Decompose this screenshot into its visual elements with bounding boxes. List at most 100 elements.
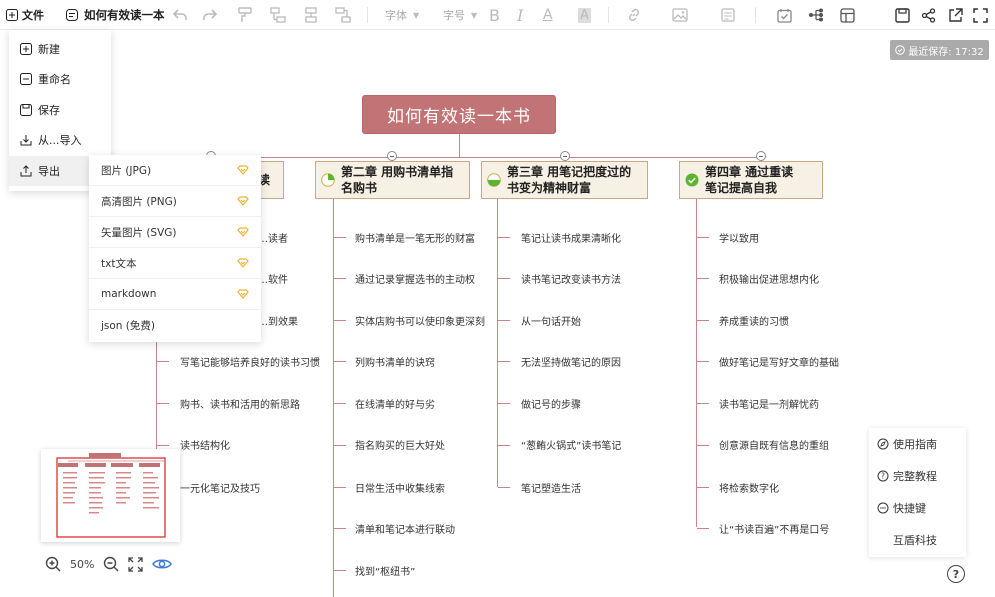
insert-sibling-topic-icon[interactable] bbox=[301, 5, 321, 25]
collapse-toggle[interactable] bbox=[560, 151, 570, 161]
export-jpg-option[interactable]: 图片 (JPG) bbox=[89, 155, 261, 186]
share-icon[interactable] bbox=[918, 5, 938, 25]
insert-child-topic-icon[interactable] bbox=[268, 5, 288, 25]
redo-icon[interactable] bbox=[199, 5, 219, 25]
highlight-color-button[interactable]: A bbox=[578, 0, 591, 30]
font-family-select[interactable]: 字体 ▼ bbox=[385, 0, 419, 30]
subtopic[interactable]: 让“书读百遍”不再是口号 bbox=[719, 521, 829, 536]
subtopic[interactable]: 实体店购书可以使印象更深刻 bbox=[355, 313, 485, 328]
subtopic[interactable]: 创意源自既有信息的重组 bbox=[719, 437, 829, 452]
save-status-text: 最近保存: 17:32 bbox=[908, 46, 984, 58]
subtopic[interactable]: 积极输出促进思想内化 bbox=[719, 271, 819, 286]
subtopic[interactable]: 从一句话开始 bbox=[521, 313, 581, 328]
subtopic[interactable]: 购书清单是一笔无形的财富 bbox=[355, 230, 475, 245]
menu-item-import[interactable]: 从...导入 bbox=[9, 125, 111, 155]
chapter-topic-2[interactable]: 第二章 用购书清单指名购书 bbox=[315, 161, 470, 199]
subtopic[interactable]: 做记号的步骤 bbox=[521, 396, 581, 411]
subtopic[interactable]: 无法坚持做笔记的原因 bbox=[521, 354, 621, 369]
help-item-tutorial[interactable]: ? 完整教程 bbox=[877, 467, 937, 485]
help-item-label: 完整教程 bbox=[893, 470, 937, 483]
export-png-option[interactable]: 高清图片 (PNG) bbox=[89, 186, 261, 217]
export-json-option[interactable]: json (免费) bbox=[89, 310, 261, 341]
external-open-icon[interactable] bbox=[945, 5, 965, 25]
document-title[interactable]: 如何有效读一本 bbox=[66, 0, 165, 30]
toolbar: 文件 如何有效读一本 字体 ▼ 字号 ▼ B I A A bbox=[0, 0, 995, 30]
subtopic[interactable]: …读者 bbox=[258, 230, 288, 245]
insert-parent-topic-icon[interactable] bbox=[333, 5, 353, 25]
chapter-topic-4[interactable]: 第四章 通过重读笔记提高自我 bbox=[679, 161, 823, 199]
eye-icon[interactable] bbox=[152, 557, 173, 571]
font-size-select[interactable]: 字号 ▼ bbox=[443, 0, 477, 30]
chapter-topic-4-title: 第四章 通过重读笔记提高自我 bbox=[705, 165, 794, 195]
subtopic[interactable]: 在线清单的好与劣 bbox=[355, 396, 435, 411]
subtopic[interactable]: 列购书清单的诀窍 bbox=[355, 354, 435, 369]
note-icon[interactable] bbox=[718, 5, 738, 25]
theme-layout-icon[interactable] bbox=[837, 5, 857, 25]
file-menu-button[interactable]: 文件 bbox=[6, 0, 44, 30]
menu-item-rename[interactable]: 重命名 bbox=[9, 64, 111, 94]
help-item-shortcuts[interactable]: 快捷键 bbox=[877, 499, 926, 517]
collapse-toggle[interactable] bbox=[387, 151, 397, 161]
connector-tick bbox=[498, 278, 510, 279]
export-txt-option[interactable]: txt文本 bbox=[89, 248, 261, 279]
root-topic[interactable]: 如何有效读一本书 bbox=[362, 95, 556, 134]
connector-tick bbox=[334, 528, 346, 529]
task-calendar-icon[interactable] bbox=[774, 5, 794, 25]
subtopic[interactable]: 读书笔记是一剂解忧药 bbox=[719, 396, 819, 411]
undo-icon[interactable] bbox=[170, 5, 190, 25]
highlight-label: A bbox=[578, 7, 591, 23]
subtopic[interactable]: 指名购买的巨大好处 bbox=[355, 437, 445, 452]
file-menu-label: 文件 bbox=[22, 9, 44, 22]
subtopic[interactable]: 学以致用 bbox=[719, 230, 759, 245]
export-svg-option[interactable]: 矢量图片 (SVG) bbox=[89, 217, 261, 248]
menu-item-new[interactable]: 新建 bbox=[9, 34, 111, 64]
zoom-out-icon[interactable] bbox=[103, 556, 119, 572]
subtopic[interactable]: 通过记录掌握选书的主动权 bbox=[355, 271, 475, 286]
chapter-topic-3[interactable]: 第三章 用笔记把度过的书变为精神财富 bbox=[481, 161, 648, 199]
subtopic[interactable]: …到效果 bbox=[258, 313, 298, 328]
help-item-guide[interactable]: 使用指南 bbox=[877, 435, 937, 453]
subtopic[interactable]: “葱鲔火锅式”读书笔记 bbox=[521, 437, 621, 452]
toolbar-divider bbox=[755, 7, 756, 23]
menu-item-save[interactable]: 保存 bbox=[9, 95, 111, 125]
subtopic[interactable]: 读书结构化 bbox=[180, 437, 230, 452]
structure-icon[interactable] bbox=[806, 5, 826, 25]
collapse-toggle[interactable] bbox=[756, 151, 766, 161]
save-icon[interactable] bbox=[892, 5, 912, 25]
subtopic[interactable]: 养成重读的习惯 bbox=[719, 313, 789, 328]
export-markdown-option[interactable]: markdown bbox=[89, 279, 261, 310]
connector-tick bbox=[334, 403, 346, 404]
subtopic[interactable]: …软件 bbox=[258, 271, 288, 286]
branch-stem bbox=[497, 199, 498, 487]
help-item-company[interactable]: 互盾科技 bbox=[893, 531, 937, 549]
subtopic[interactable]: 一元化笔记及技巧 bbox=[180, 480, 260, 495]
zoom-level: 50% bbox=[70, 557, 95, 571]
compass-icon bbox=[877, 438, 889, 450]
subtopic[interactable]: 找到“枢纽书” bbox=[355, 563, 415, 578]
zoom-in-icon[interactable] bbox=[45, 556, 61, 572]
subtopic[interactable]: 笔记让读书成果清晰化 bbox=[521, 230, 621, 245]
help-button[interactable]: ? bbox=[947, 565, 965, 583]
fit-to-screen-icon[interactable] bbox=[128, 556, 144, 572]
connector-tick bbox=[334, 361, 346, 362]
link-icon[interactable] bbox=[624, 5, 644, 25]
subtopic[interactable]: 清单和笔记本进行联动 bbox=[355, 521, 455, 536]
italic-button[interactable]: I bbox=[517, 0, 523, 30]
subtopic[interactable]: 做好笔记是写好文章的基础 bbox=[719, 354, 839, 369]
font-color-button[interactable]: A bbox=[543, 0, 553, 30]
connector-tick bbox=[157, 403, 169, 404]
bold-button[interactable]: B bbox=[489, 0, 500, 30]
subtopic[interactable]: 笔记塑造生活 bbox=[521, 480, 581, 495]
fullscreen-icon[interactable] bbox=[970, 5, 990, 25]
subtopic[interactable]: 读书笔记改变读书方法 bbox=[521, 271, 621, 286]
format-painter-icon[interactable] bbox=[235, 5, 255, 25]
image-icon[interactable] bbox=[670, 5, 690, 25]
subtopic[interactable]: 购书、读书和活用的新思路 bbox=[180, 396, 300, 411]
minimap[interactable] bbox=[41, 449, 180, 542]
vip-diamond-icon bbox=[237, 289, 249, 299]
minimap-preview bbox=[56, 453, 166, 538]
subtopic[interactable]: 将检索数字化 bbox=[719, 480, 779, 495]
help-item-label: 快捷键 bbox=[893, 502, 926, 515]
subtopic[interactable]: 日常生活中收集线索 bbox=[355, 480, 445, 495]
subtopic[interactable]: 写笔记能够培养良好的读书习惯 bbox=[180, 354, 320, 369]
